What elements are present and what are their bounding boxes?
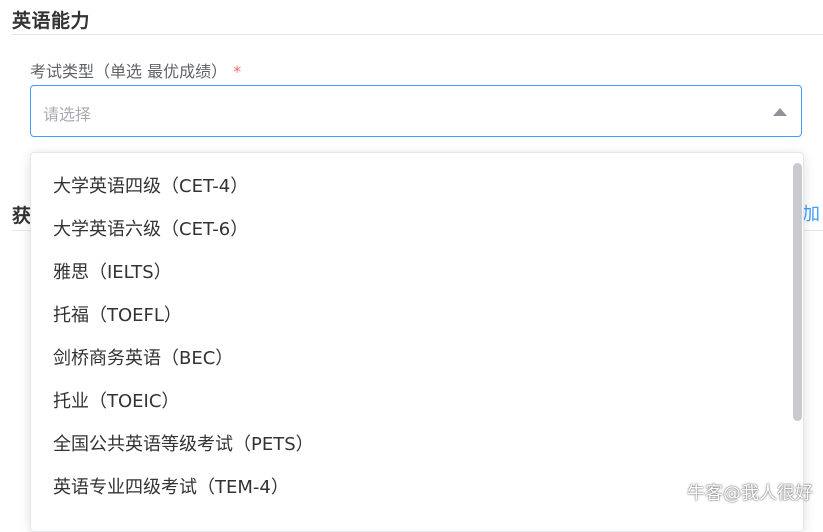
dropdown-option[interactable]: 大学英语四级（CET-4） bbox=[31, 165, 803, 208]
dropdown-scrollbar-thumb[interactable] bbox=[793, 163, 802, 421]
exam-type-dropdown: 大学英语四级（CET-4） 大学英语六级（CET-6） 雅思（IELTS） 托福… bbox=[30, 152, 804, 532]
required-marker: * bbox=[233, 62, 242, 81]
next-section-title-peek: 获 bbox=[12, 205, 32, 227]
exam-type-select[interactable]: 请选择 bbox=[30, 85, 802, 137]
dropdown-option[interactable]: 托福（TOEFL） bbox=[31, 294, 803, 337]
watermark: 牛客@我人很好 bbox=[657, 479, 813, 505]
field-label: 考试类型（单选 最优成绩） * bbox=[30, 58, 241, 82]
section-title: 英语能力 bbox=[12, 10, 91, 32]
nowcoder-logo-icon bbox=[658, 485, 680, 499]
dropdown-options-list: 大学英语四级（CET-4） 大学英语六级（CET-6） 雅思（IELTS） 托福… bbox=[31, 153, 803, 509]
dropdown-option[interactable]: 大学英语六级（CET-6） bbox=[31, 208, 803, 251]
add-link-peek[interactable]: 加 bbox=[802, 200, 820, 226]
dropdown-option[interactable]: 雅思（IELTS） bbox=[31, 251, 803, 294]
section-divider bbox=[12, 34, 823, 35]
dropdown-option[interactable]: 托业（TOEIC） bbox=[31, 380, 803, 423]
field-label-text: 考试类型（单选 最优成绩） bbox=[30, 62, 228, 81]
dropdown-option[interactable]: 剑桥商务英语（BEC） bbox=[31, 337, 803, 380]
select-placeholder: 请选择 bbox=[43, 105, 92, 124]
watermark-text: 牛客@我人很好 bbox=[687, 483, 813, 504]
dropdown-option[interactable]: 全国公共英语等级考试（PETS） bbox=[31, 423, 803, 466]
caret-up-icon[interactable] bbox=[773, 108, 787, 116]
